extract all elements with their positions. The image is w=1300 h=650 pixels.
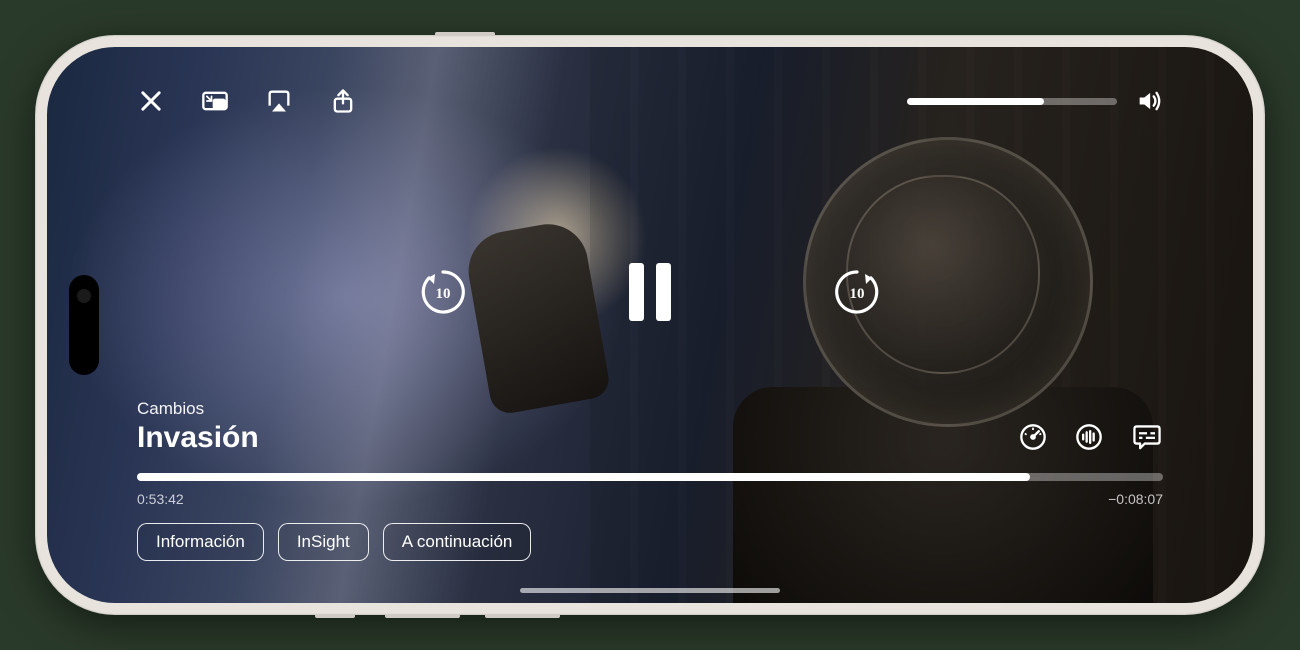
airplay-icon	[265, 87, 293, 115]
upnext-tab[interactable]: A continuación	[383, 523, 532, 561]
audio-wave-icon	[1075, 423, 1103, 451]
episode-subtitle: Cambios	[137, 399, 259, 419]
volume-slider[interactable]	[907, 98, 1117, 105]
info-tab[interactable]: Información	[137, 523, 264, 561]
playback-speed-button[interactable]	[1019, 423, 1047, 451]
svg-text:10: 10	[436, 286, 451, 302]
show-title: Invasión	[137, 421, 259, 455]
share-icon	[329, 87, 357, 115]
volume-fill	[907, 98, 1044, 105]
speaker-icon	[1135, 87, 1163, 115]
progress-fill	[137, 473, 1030, 481]
share-button[interactable]	[329, 87, 357, 115]
progress-slider[interactable]	[137, 473, 1163, 481]
speed-icon	[1019, 423, 1047, 451]
forward-10-icon: 10	[831, 266, 883, 318]
forward-10-button[interactable]: 10	[831, 266, 883, 318]
time-remaining: −0:08:07	[1108, 491, 1163, 507]
pause-button[interactable]	[629, 263, 671, 321]
time-elapsed: 0:53:42	[137, 491, 184, 507]
pause-icon	[629, 263, 644, 321]
svg-text:10: 10	[850, 286, 865, 302]
close-button[interactable]	[137, 87, 165, 115]
phone-frame: 10 10 Cambios Inva	[35, 35, 1265, 615]
pip-icon	[201, 87, 229, 115]
subtitles-button[interactable]	[1131, 423, 1163, 451]
rewind-10-icon: 10	[417, 266, 469, 318]
home-indicator[interactable]	[520, 588, 780, 593]
video-player-screen: 10 10 Cambios Inva	[47, 47, 1253, 603]
airplay-button[interactable]	[265, 87, 293, 115]
rewind-10-button[interactable]: 10	[417, 266, 469, 318]
audio-options-button[interactable]	[1075, 423, 1103, 451]
close-icon	[137, 87, 165, 115]
pip-button[interactable]	[201, 87, 229, 115]
dynamic-island	[69, 275, 99, 375]
subtitles-icon	[1131, 423, 1163, 450]
insight-tab[interactable]: InSight	[278, 523, 369, 561]
speaker-button[interactable]	[1135, 87, 1163, 115]
